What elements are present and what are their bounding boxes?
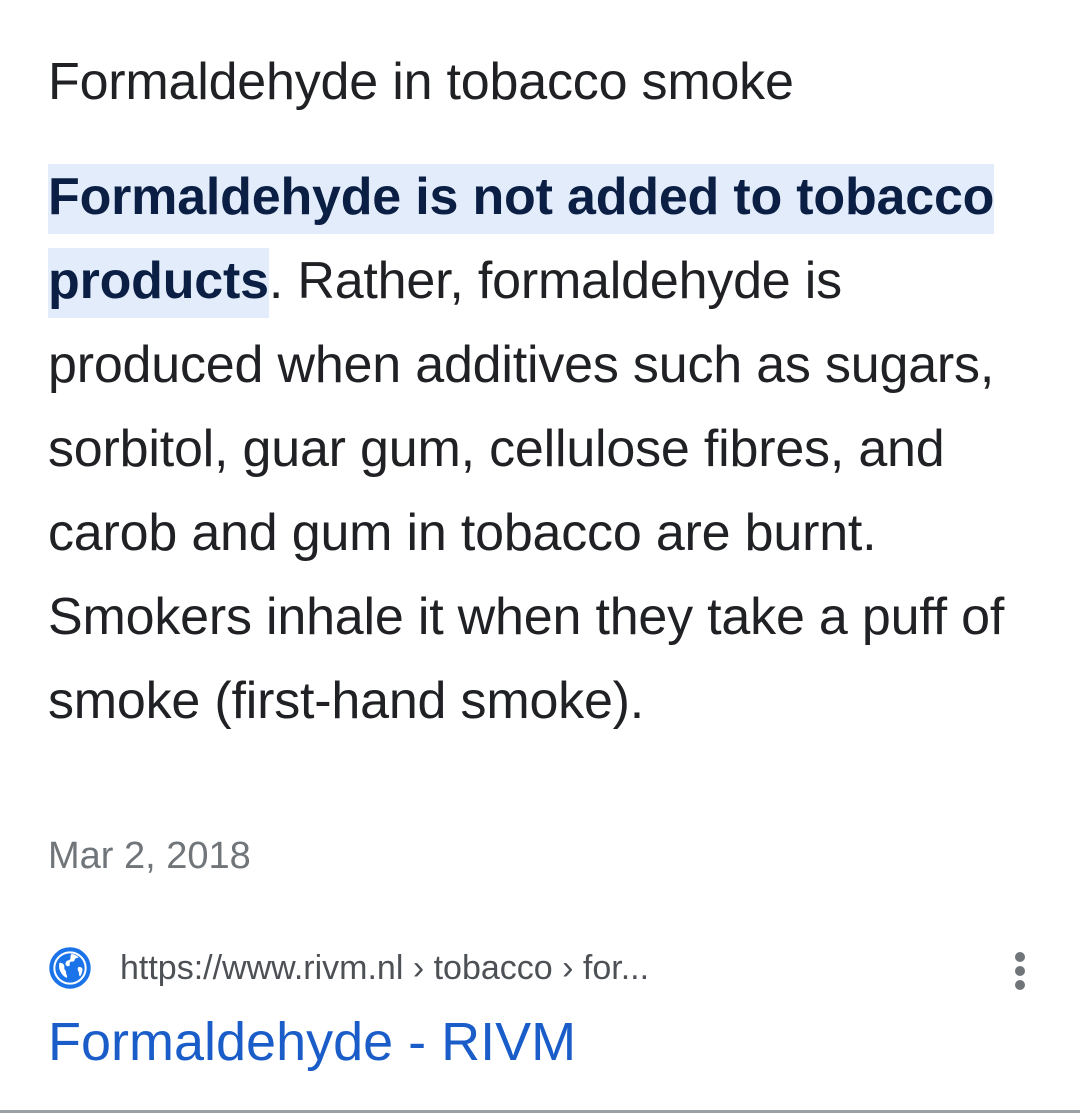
- snippet-question: Formaldehyde in tobacco smoke: [48, 53, 794, 111]
- source-url[interactable]: https://www.rivm.nl › tobacco › for...: [120, 946, 649, 990]
- answer-text: . Rather, formaldehyde is produced when …: [48, 252, 1005, 730]
- source-row[interactable]: https://www.rivm.nl › tobacco › for...: [48, 940, 1038, 994]
- more-options-icon[interactable]: [1012, 952, 1028, 992]
- snippet-answer: Formaldehyde is not added to tobacco pro…: [48, 155, 1048, 743]
- globe-icon: [48, 946, 92, 990]
- result-title-link[interactable]: Formaldehyde - RIVM: [48, 1010, 576, 1074]
- snippet-date: Mar 2, 2018: [48, 835, 251, 877]
